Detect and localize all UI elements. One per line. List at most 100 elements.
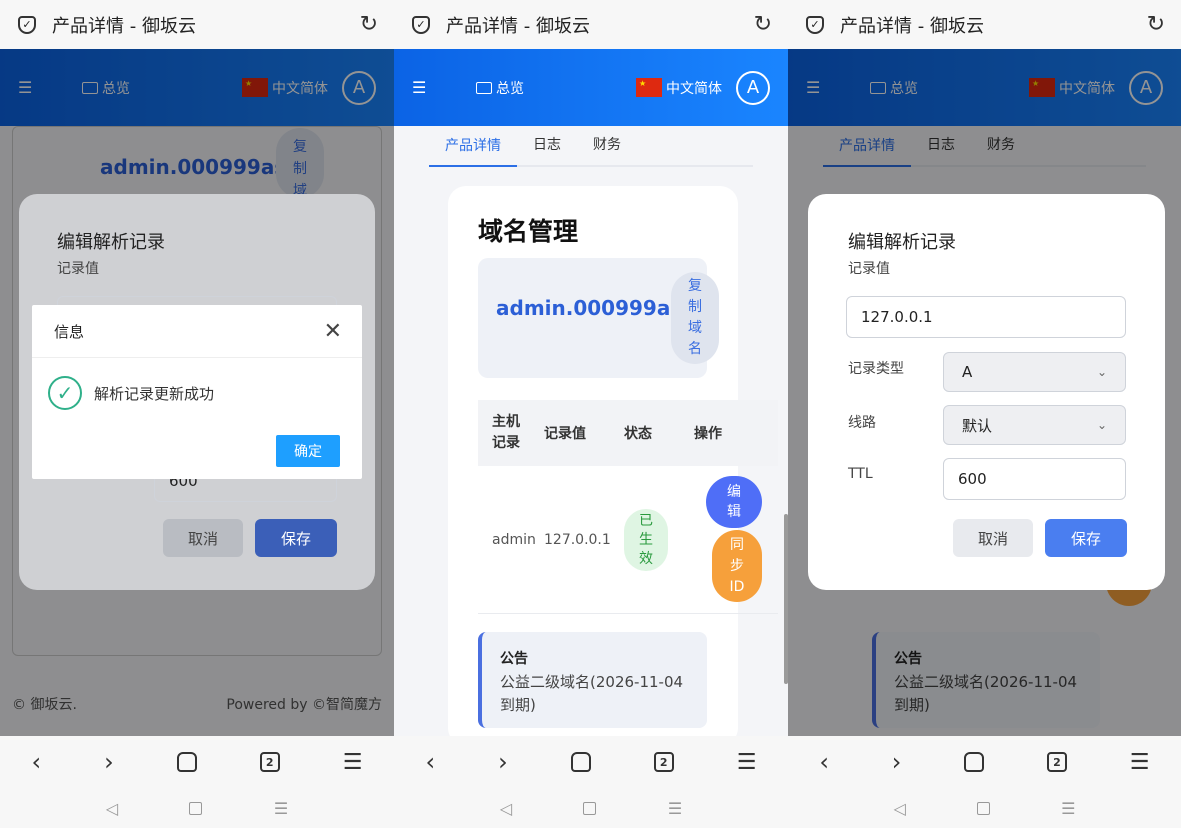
ttl-input[interactable]: 600 — [943, 458, 1126, 500]
home-icon[interactable] — [964, 752, 985, 772]
info-dialog-title: 信息 — [54, 322, 85, 341]
system-back-icon[interactable]: ◁ — [894, 799, 906, 818]
forward-icon[interactable]: › — [498, 748, 508, 776]
browser-title: 产品详情 - 御坂云 — [840, 15, 984, 37]
edit-label: 编辑 — [727, 484, 741, 520]
monitor-icon — [476, 81, 492, 94]
menu-icon[interactable]: ☰ — [343, 750, 363, 775]
col-host-label: 主机记录 — [492, 414, 520, 451]
notice-box: 公告 公益二级域名(2026-11-04到期) — [478, 632, 707, 728]
status-text: 已生效 — [639, 512, 653, 567]
system-recents-icon[interactable]: ☰ — [274, 799, 288, 818]
line-select[interactable]: 默认 ⌄ — [943, 405, 1126, 445]
domain-box: admin.000999asia 复制域名 — [478, 258, 719, 378]
panel-edit-dialog: ✓ 产品详情 - 御坂云 ↻ ☰ 总览 中文简体 A 产品详情 日志 财务 公告… — [788, 0, 1181, 828]
system-recents-icon[interactable]: ☰ — [668, 799, 682, 818]
back-icon[interactable]: ‹ — [819, 748, 829, 776]
save-button[interactable]: 保存 — [255, 519, 337, 557]
system-back-icon[interactable]: ◁ — [500, 799, 512, 818]
reload-icon[interactable]: ↻ — [1147, 12, 1165, 37]
table-row: admin 127.0.0.1 已生效 编辑 同步ID — [478, 466, 778, 614]
back-icon[interactable]: ‹ — [426, 748, 436, 776]
reload-icon[interactable]: ↻ — [360, 12, 378, 37]
col-actions: 操作 — [694, 426, 722, 442]
reload-icon[interactable]: ↻ — [754, 12, 772, 37]
shield-icon: ✓ — [412, 15, 430, 34]
close-icon[interactable]: ✕ — [324, 319, 342, 344]
record-type-value: A — [962, 363, 973, 381]
browser-top-bar: ✓ 产品详情 - 御坂云 ↻ — [394, 0, 788, 49]
tab-finance[interactable]: 财务 — [577, 125, 637, 166]
system-back-icon[interactable]: ◁ — [106, 799, 118, 818]
tab-logs[interactable]: 日志 — [517, 125, 577, 166]
shield-icon: ✓ — [806, 15, 824, 34]
chevron-down-icon: ⌄ — [1096, 365, 1107, 379]
menu-icon[interactable]: ☰ — [737, 750, 757, 775]
col-host: 主机记录 — [478, 412, 544, 454]
cell-status: 已生效 — [624, 508, 694, 571]
notice-body: 公益二级域名(2026-11-04到期) — [500, 673, 684, 714]
domain-card: 域名管理 admin.000999asia 复制域名 主机记录 记录值 状态 操… — [448, 186, 778, 746]
line-label: 线路 — [848, 415, 876, 431]
cancel-button[interactable]: 取消 — [953, 519, 1033, 557]
forward-icon[interactable]: › — [104, 748, 114, 776]
info-dialog-body: ✓ 解析记录更新成功 — [32, 358, 362, 410]
system-home-icon[interactable] — [189, 801, 203, 815]
system-nav-bar: ◁ ☰ — [788, 788, 1181, 828]
line-value: 默认 — [962, 416, 993, 435]
notice-title: 公告 — [500, 651, 528, 667]
record-value: 127.0.0.1 — [861, 308, 933, 326]
system-home-icon[interactable] — [976, 801, 990, 815]
indent-icon[interactable]: ☰ — [412, 78, 436, 97]
avatar[interactable]: A — [736, 70, 770, 105]
browser-title: 产品详情 - 御坂云 — [52, 15, 196, 37]
overview-link[interactable]: 总览 — [476, 78, 524, 98]
cell-value: 127.0.0.1 — [544, 531, 611, 548]
language-selector[interactable]: 中文简体 — [666, 78, 722, 98]
copy-domain-button[interactable]: 复制域名 — [671, 272, 719, 364]
cancel-button[interactable]: 取消 — [163, 519, 243, 557]
browser-top-bar: ✓ 产品详情 - 御坂云 ↻ — [0, 0, 394, 49]
system-home-icon[interactable] — [583, 801, 597, 815]
edit-dialog-title: 编辑解析记录 — [848, 232, 956, 253]
sync-id-button[interactable]: 同步ID — [712, 530, 762, 602]
browser-title: 产品详情 - 御坂云 — [446, 15, 590, 37]
record-type-label: 记录类型 — [848, 361, 904, 377]
browser-bottom-nav: ‹ › 2 ☰ — [394, 736, 788, 788]
system-recents-icon[interactable]: ☰ — [1061, 799, 1075, 818]
browser-top-bar: ✓ 产品详情 - 御坂云 ↻ — [788, 0, 1181, 49]
browser-bottom-nav: ‹ › 2 ☰ — [0, 736, 394, 788]
home-icon[interactable] — [176, 752, 197, 772]
page-title: 域名管理 — [478, 217, 579, 246]
copy-domain-label: 复制域名 — [688, 278, 702, 357]
tabs-count-icon[interactable]: 2 — [259, 752, 280, 772]
edit-record-button[interactable]: 编辑 — [706, 476, 762, 528]
records-table: 主机记录 记录值 状态 操作 admin 127.0.0.1 已生效 编辑 同步… — [478, 400, 778, 614]
tabs-count-icon[interactable]: 2 — [1047, 752, 1067, 772]
app-header: ☰ 总览 中文简体 A — [394, 49, 788, 126]
record-value-label: 记录值 — [848, 261, 890, 277]
shield-icon: ✓ — [18, 15, 36, 34]
china-flag-icon — [636, 78, 662, 97]
edit-dialog-title: 编辑解析记录 — [57, 232, 165, 253]
system-nav-bar: ◁ ☰ — [0, 788, 394, 828]
forward-icon[interactable]: › — [892, 748, 902, 776]
sync-label: 同步ID — [729, 537, 745, 595]
save-button[interactable]: 保存 — [1045, 519, 1127, 557]
back-icon[interactable]: ‹ — [32, 748, 42, 776]
panel-success-dialog: ✓ 产品详情 - 御坂云 ↻ ☰ 总览 中文简体 A admin.000999a… — [0, 0, 394, 828]
home-icon[interactable] — [570, 752, 591, 772]
system-nav-bar: ◁ ☰ — [394, 788, 788, 828]
chevron-down-icon: ⌄ — [1096, 418, 1107, 432]
tab-product-details[interactable]: 产品详情 — [429, 126, 517, 167]
record-value-label: 记录值 — [57, 261, 99, 277]
menu-icon[interactable]: ☰ — [1130, 750, 1150, 775]
confirm-button[interactable]: 确定 — [276, 435, 340, 467]
record-type-select[interactable]: A ⌄ — [943, 352, 1126, 392]
col-value: 记录值 — [544, 426, 586, 442]
cell-host: admin — [492, 531, 536, 548]
tabs-count-icon[interactable]: 2 — [653, 752, 674, 772]
record-value-input[interactable]: 127.0.0.1 — [846, 296, 1126, 338]
overview-label: 总览 — [496, 80, 524, 97]
product-tabs: 产品详情 日志 财务 — [429, 126, 753, 167]
